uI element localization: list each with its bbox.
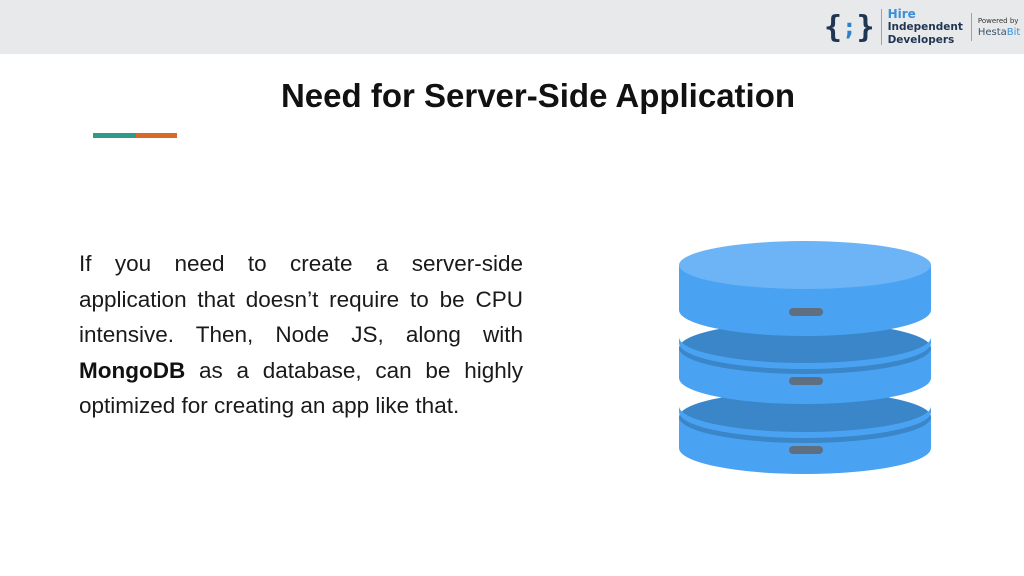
braces-semicolon-icon: {;}: [824, 9, 875, 45]
accent-teal-segment: [93, 133, 136, 138]
top-bar: {;} Hire Independent Developers Powered …: [0, 0, 1024, 54]
disk-slot-icon: [789, 446, 823, 454]
slide-title: Need for Server-Side Application: [280, 77, 796, 114]
logo-line-hire: Hire: [887, 6, 916, 21]
logo-line-independent: Independent: [887, 20, 963, 33]
paragraph-text-before: If you need to create a server-side appl…: [79, 251, 523, 347]
brand-suffix: Bit: [1006, 27, 1021, 38]
accent-orange-segment: [136, 133, 177, 138]
logo-divider-2: [970, 13, 972, 41]
database-icon: [679, 241, 931, 474]
hestabit-brand: HestaBit: [978, 27, 1021, 39]
hire-independent-developers-logo[interactable]: {;} Hire Independent Developers Powered …: [824, 4, 1020, 50]
brand-prefix: Hesta: [977, 27, 1007, 38]
disk-slot-icon: [789, 308, 823, 316]
logo-wordmark: Hire Independent Developers: [887, 6, 963, 47]
powered-by-label: Powered by: [977, 17, 1019, 25]
paragraph-bold-mongodb: MongoDB: [79, 357, 186, 383]
logo-divider: [880, 9, 882, 45]
logo-line-developers: Developers: [887, 33, 955, 46]
powered-by-hestabit: Powered by HestaBit: [978, 15, 1021, 39]
title-accent-bar: [93, 133, 177, 138]
disk-slot-icon: [789, 377, 823, 385]
database-disk-top: [679, 241, 931, 336]
slide-paragraph: If you need to create a server-side appl…: [79, 246, 523, 424]
